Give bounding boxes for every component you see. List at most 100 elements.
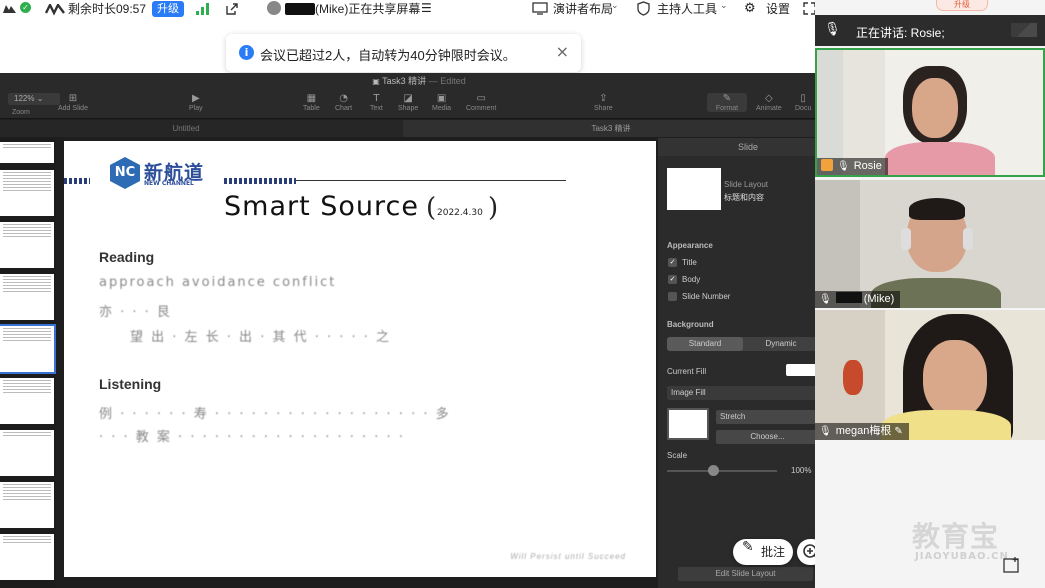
share-out-icon[interactable] bbox=[225, 2, 239, 18]
hanging-object bbox=[843, 360, 863, 395]
play-icon: ▶ bbox=[191, 93, 200, 104]
document-label: Docu bbox=[795, 105, 812, 112]
tab-untitled[interactable]: Untitled bbox=[56, 120, 316, 137]
chart-button[interactable]: ◔ Chart bbox=[335, 93, 352, 112]
slide-layout-label: Slide Layout bbox=[724, 180, 769, 189]
chevron-down-icon[interactable]: ⌄ bbox=[720, 1, 728, 17]
thumbnail-text bbox=[3, 484, 51, 485]
layout-preview[interactable] bbox=[667, 168, 721, 210]
slide-thumbnail-selected[interactable] bbox=[0, 324, 56, 374]
body-checkbox[interactable]: ✓ bbox=[668, 275, 677, 284]
annotate-button[interactable]: ✎ 批注 bbox=[733, 539, 793, 565]
play-button[interactable]: ▶ Play bbox=[189, 93, 203, 112]
comment-button[interactable]: ▭ Comment bbox=[466, 93, 496, 112]
video-tile-mike[interactable]: 🎙 (Mike) bbox=[815, 180, 1045, 308]
gear-icon[interactable]: ⚙ bbox=[744, 1, 756, 17]
table-button[interactable]: ▦ Table bbox=[303, 93, 320, 112]
slide-canvas[interactable]: NC 新航道 NEW CHANNEL Smart Source ( 2022.4… bbox=[64, 141, 656, 577]
decorative-stripes bbox=[224, 178, 296, 184]
chevron-down-icon[interactable]: ⌄ bbox=[611, 1, 619, 17]
add-slide-button[interactable]: ⊞ Add Slide bbox=[58, 93, 88, 112]
slide-date: 2022.4.30 bbox=[437, 208, 483, 218]
choose-button[interactable]: Choose... bbox=[716, 430, 819, 444]
upgrade-badge[interactable]: 升级 bbox=[936, 0, 988, 11]
slide-thumbnail[interactable] bbox=[0, 430, 54, 476]
format-button[interactable]: ✎ Format bbox=[707, 93, 747, 112]
slide-thumbnail[interactable] bbox=[0, 482, 54, 528]
speaker-view-icon[interactable] bbox=[1011, 23, 1037, 37]
standard-option[interactable]: Standard bbox=[667, 337, 743, 351]
decorative-stripes bbox=[64, 178, 90, 184]
dynamic-option[interactable]: Dynamic bbox=[743, 337, 819, 351]
participant-label: 🎙 megan梅根 ✎ bbox=[815, 423, 909, 440]
slide-thumbnail[interactable] bbox=[0, 142, 54, 163]
reading-line: approach avoidance conflict bbox=[99, 275, 337, 290]
reading-heading: Reading bbox=[99, 249, 155, 265]
share-label: Share bbox=[594, 105, 613, 112]
zoom-select[interactable]: 122% ⌄ bbox=[8, 93, 60, 105]
zoom-value: 122% bbox=[14, 94, 35, 103]
table-icon: ▦ bbox=[306, 93, 317, 104]
infinity-logo-icon bbox=[45, 4, 65, 16]
appearance-heading: Appearance bbox=[667, 241, 713, 250]
text-button[interactable]: T Text bbox=[370, 93, 383, 112]
presenter-layout-button[interactable]: 演讲者布局 bbox=[553, 1, 613, 17]
slide-thumbnail[interactable] bbox=[0, 274, 54, 320]
scale-value[interactable]: 100% bbox=[791, 466, 811, 475]
add-slide-label: Add Slide bbox=[58, 105, 88, 112]
signal-strength-icon[interactable] bbox=[196, 3, 210, 19]
shared-screen: ▣ Task3 精讲 — Edited 122% ⌄ Zoom ⊞ Add Sli… bbox=[0, 73, 838, 588]
participant-shirt bbox=[885, 142, 995, 175]
video-tile-rosie[interactable]: 🎙 Rosie bbox=[815, 48, 1045, 177]
shape-button[interactable]: ◪ Shape bbox=[398, 93, 418, 112]
thumbnail-text bbox=[3, 542, 51, 543]
thumbnail-text bbox=[3, 178, 51, 179]
stretch-select[interactable]: Stretch bbox=[716, 410, 819, 424]
animate-button[interactable]: ◇ Animate bbox=[756, 93, 782, 112]
participant-face bbox=[912, 78, 958, 138]
keynote-title-bar: ▣ Task3 精讲 — Edited bbox=[0, 73, 838, 89]
slide-thumbnail[interactable] bbox=[0, 534, 54, 580]
settings-button[interactable]: 设置 bbox=[766, 1, 790, 17]
upgrade-button[interactable]: 升级 bbox=[152, 1, 184, 17]
rename-pencil-icon[interactable]: ✎ bbox=[894, 426, 902, 437]
microphone-icon: 🎙 bbox=[824, 22, 841, 37]
slide-thumbnail[interactable] bbox=[0, 378, 54, 424]
document-button[interactable]: ▯ Docu bbox=[795, 93, 811, 112]
media-button[interactable]: ▣ Media bbox=[432, 93, 451, 112]
edit-slide-layout-button[interactable]: Edit Slide Layout bbox=[678, 567, 813, 581]
new-channel-logo-mark: NC bbox=[110, 157, 140, 189]
video-tile-megan[interactable]: 🎙 megan梅根 ✎ bbox=[815, 310, 1045, 440]
thumbnail-text bbox=[3, 337, 51, 338]
host-avatar-icon bbox=[821, 159, 833, 171]
host-tools-button[interactable]: 主持人工具 bbox=[657, 1, 717, 17]
animate-icon: ◇ bbox=[764, 93, 773, 104]
menu-lines-icon[interactable]: ☰ bbox=[421, 1, 432, 17]
shield-icon bbox=[637, 1, 650, 16]
slide-thumbnail[interactable] bbox=[0, 170, 54, 216]
add-meeting-icon[interactable] bbox=[1003, 556, 1021, 574]
slide-number-checkbox[interactable] bbox=[668, 292, 677, 301]
open-paren: ( bbox=[426, 193, 437, 223]
fill-type-select[interactable]: Image Fill bbox=[667, 386, 819, 400]
active-speaker-bar: 🎙 正在讲话: Rosie; bbox=[815, 15, 1045, 46]
format-inspector: Slide Slide Layout 标题和内容 Appearance ✓ Ti… bbox=[658, 138, 838, 588]
shape-icon: ◪ bbox=[403, 93, 413, 104]
format-label: Format bbox=[715, 105, 739, 112]
current-fill-swatch[interactable] bbox=[786, 364, 818, 376]
sharing-status: (Mike)正在共享屏幕 bbox=[285, 1, 420, 17]
inspector-tab-slide[interactable]: Slide bbox=[658, 138, 838, 156]
thumbnail-text bbox=[3, 392, 51, 393]
title-checkbox[interactable]: ✓ bbox=[668, 258, 677, 267]
slide-thumbnail[interactable] bbox=[0, 222, 54, 268]
scale-slider-knob[interactable] bbox=[708, 465, 719, 476]
connection-check-icon: ✓ bbox=[20, 2, 31, 13]
share-button[interactable]: ⇪ Share bbox=[594, 93, 613, 112]
slide-layout-name[interactable]: 标题和内容 bbox=[724, 192, 764, 203]
close-icon[interactable]: × bbox=[556, 42, 569, 61]
toast-message: 会议已超过2人，自动转为40分钟限时会议。 bbox=[260, 48, 516, 63]
scale-slider[interactable] bbox=[667, 470, 777, 472]
presenter-layout-icon bbox=[532, 2, 548, 15]
image-well[interactable] bbox=[667, 408, 709, 440]
tab-task3[interactable]: Task3 精讲 bbox=[403, 120, 819, 137]
